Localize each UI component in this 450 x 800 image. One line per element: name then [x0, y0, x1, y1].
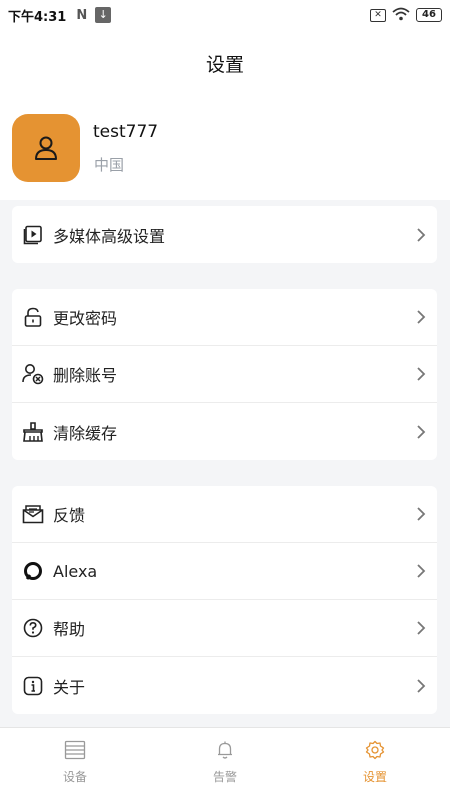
feedback-label: 反馈	[53, 506, 86, 525]
help-icon	[22, 617, 44, 639]
avatar[interactable]	[12, 114, 80, 182]
clear-cache-row[interactable]: 清除缓存	[12, 403, 437, 460]
status-right: ✕ 46	[370, 6, 442, 25]
chevron-right-icon	[415, 563, 427, 579]
change-password-row[interactable]: 更改密码	[12, 289, 437, 346]
tab-devices[interactable]: 设备	[0, 728, 150, 800]
page-title: 设置	[205, 54, 244, 76]
profile-header: 设置 test777 中国	[0, 30, 450, 200]
broom-icon	[22, 421, 44, 443]
chevron-right-icon	[415, 620, 427, 636]
download-icon: ↓	[95, 7, 112, 23]
clear-cache-label: 清除缓存	[53, 423, 118, 443]
media-settings-label: 多媒体高级设置	[53, 226, 166, 246]
media-settings-row[interactable]: 多媒体高级设置	[12, 206, 437, 263]
chevron-right-icon	[415, 678, 427, 694]
feedback-row[interactable]: 反馈	[12, 486, 437, 543]
settings-group-media: 多媒体高级设置	[12, 206, 437, 263]
chevron-right-icon	[415, 424, 427, 440]
status-bar: 下午4:31 N ↓ ✕ 46	[0, 0, 450, 30]
alexa-icon	[22, 560, 44, 582]
delete-account-label: 删除账号	[53, 366, 118, 385]
n-notification-icon: N	[76, 7, 88, 23]
region-label: 中国	[94, 156, 125, 174]
delete-user-icon	[22, 363, 44, 385]
media-icon	[22, 224, 44, 246]
about-row[interactable]: 关于	[12, 657, 437, 714]
chevron-right-icon	[415, 506, 427, 522]
settings-group-account: 更改密码 删除账号 清除缓存	[12, 289, 437, 460]
gear-icon	[365, 740, 385, 760]
tab-alerts-label: 告警	[212, 770, 237, 784]
battery-indicator: 46	[416, 8, 442, 22]
feedback-icon	[22, 503, 44, 525]
help-row[interactable]: 帮助	[12, 600, 437, 657]
lock-icon	[22, 306, 44, 328]
bell-icon	[218, 741, 232, 759]
alexa-label: Alexa	[53, 561, 98, 581]
tab-devices-label: 设备	[62, 770, 87, 784]
about-label: 关于	[53, 677, 86, 697]
info-icon	[22, 675, 44, 697]
help-label: 帮助	[53, 620, 86, 639]
delete-account-row[interactable]: 删除账号	[12, 346, 437, 403]
device-list-icon	[64, 740, 86, 760]
chevron-right-icon	[415, 366, 427, 382]
bottom-tab-bar: 设备 告警 设置	[0, 727, 450, 800]
no-sim-icon: ✕	[370, 8, 386, 22]
status-time: 下午4:31	[8, 9, 67, 25]
tab-settings[interactable]: 设置	[300, 728, 450, 800]
username: test777	[93, 122, 159, 142]
tab-settings-label: 设置	[362, 770, 387, 784]
wifi-icon	[392, 6, 410, 25]
chevron-right-icon	[415, 227, 427, 243]
alexa-row[interactable]: Alexa	[12, 543, 437, 600]
settings-group-support: 反馈 Alexa 帮助 关于	[12, 486, 437, 714]
chevron-right-icon	[415, 309, 427, 325]
tab-alerts[interactable]: 告警	[150, 728, 300, 800]
change-password-label: 更改密码	[53, 309, 118, 328]
user-icon	[35, 136, 57, 160]
